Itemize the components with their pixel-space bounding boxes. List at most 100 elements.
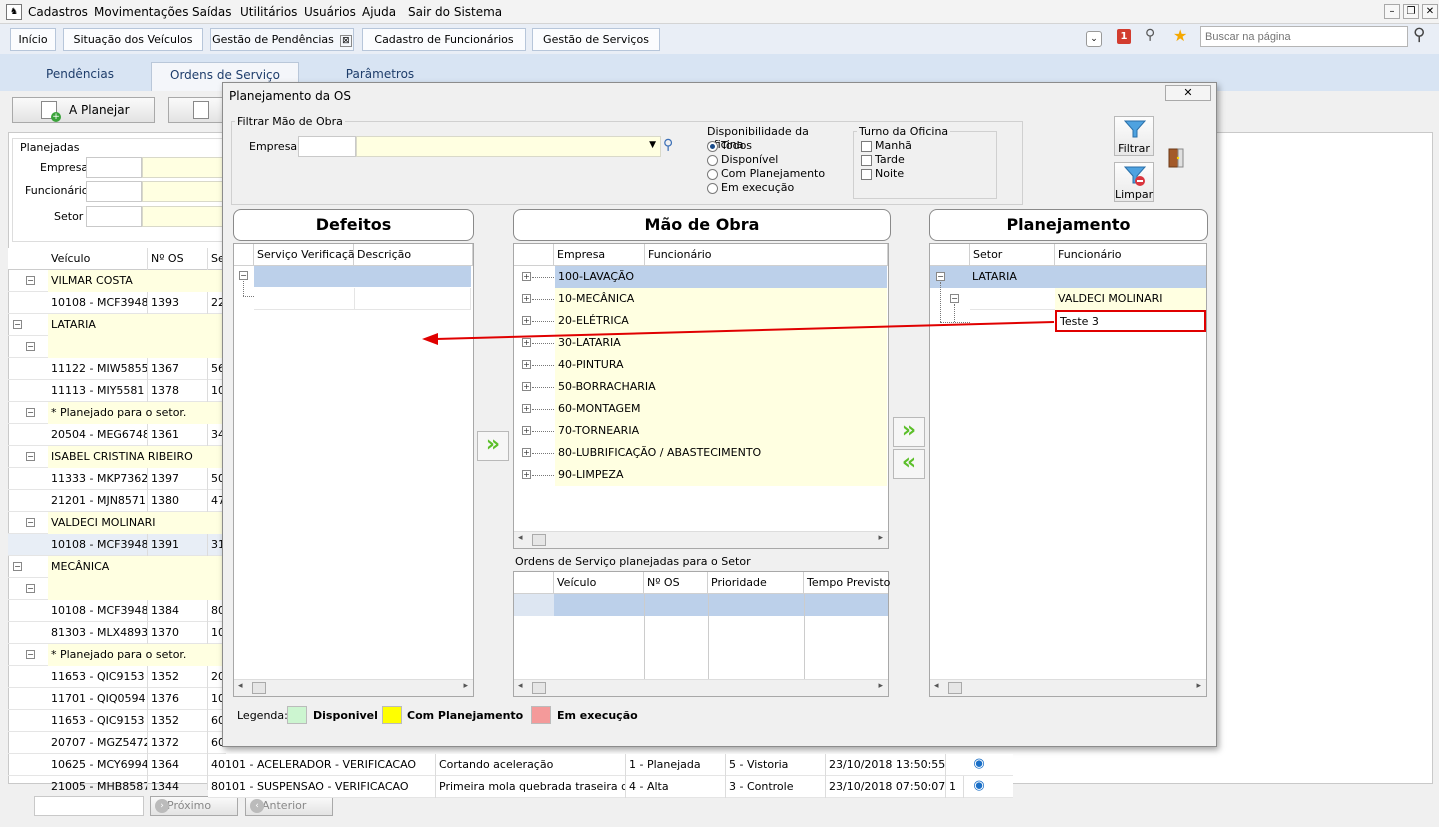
expand-icon[interactable]: + (522, 272, 531, 281)
table-row[interactable]: * Planejado para o setor. − (8, 644, 226, 666)
notification-badge-icon[interactable]: 1 (1117, 29, 1131, 44)
mao-obra-row[interactable]: +70-TORNEARIA (515, 420, 887, 442)
tab-situacao-veiculos[interactable]: Situação dos Veículos (63, 28, 203, 51)
tab-inicio[interactable]: Início (10, 28, 56, 51)
col-plan-funcionario[interactable]: Funcionário (1055, 244, 1206, 266)
funcionario-name-input[interactable] (142, 181, 226, 202)
defeitos-row[interactable] (254, 288, 471, 310)
menu-saidas[interactable]: Saídas (192, 5, 232, 19)
anterior-button[interactable]: ‹ Anterior (245, 796, 333, 816)
expand-icon[interactable]: + (522, 294, 531, 303)
menu-ajuda[interactable]: Ajuda (362, 5, 396, 19)
table-row-extended[interactable]: 80101 - SUSPENSAO - VERIFICACAO Primeira … (208, 776, 1013, 798)
col-os-prioridade[interactable]: Prioridade (708, 572, 804, 594)
search-input[interactable] (1200, 26, 1408, 47)
expand-icon[interactable]: + (522, 360, 531, 369)
table-row[interactable]: 11653 - QIC9153 1352 60 (8, 710, 226, 732)
table-row[interactable]: − (8, 336, 226, 358)
tab-gestao-pendencias[interactable]: Gestão de Pendências ⊠ (210, 28, 354, 51)
mao-obra-row[interactable]: +50-BORRACHARIA (515, 376, 887, 398)
collapse-icon[interactable]: − (13, 562, 22, 571)
check-tarde[interactable]: Tarde (861, 153, 905, 166)
subtab-pendencias[interactable]: Pendências (20, 62, 140, 92)
close-tab-icon[interactable]: ⊠ (339, 35, 352, 47)
add-defeito-arrow-icon[interactable]: » (477, 431, 509, 461)
planejamento-hscroll[interactable]: ◂ ▸ (930, 679, 1206, 696)
move-right-arrow-icon[interactable]: » (893, 417, 925, 447)
mao-obra-row[interactable]: +100-LAVAÇÃO (515, 266, 887, 288)
pin-icon[interactable]: ⚲ (1145, 27, 1155, 43)
col-empresa[interactable]: Empresa (554, 244, 645, 266)
collapse-setor-icon[interactable]: − (936, 272, 945, 281)
col-veiculo[interactable]: Veículo (48, 248, 148, 270)
radio-disponivel[interactable]: Disponível (707, 153, 778, 166)
check-noite[interactable]: Noite (861, 167, 904, 180)
table-row[interactable]: 21201 - MJN8571 1380 47 (8, 490, 226, 512)
dropdown-arrow-icon[interactable]: ▼ (649, 140, 656, 150)
defeitos-row-selected[interactable] (254, 266, 471, 287)
table-row[interactable]: * Planejado para o setor. − (8, 402, 226, 424)
empresa-code-input[interactable] (86, 157, 142, 178)
plan-row-funcionario[interactable]: VALDECI MOLINARI (1055, 288, 1206, 310)
collapse-icon[interactable]: − (26, 276, 35, 285)
a-planejar-button[interactable]: + A Planejar (12, 97, 155, 123)
collapse-icon[interactable]: − (26, 518, 35, 527)
expand-icon[interactable]: + (522, 316, 531, 325)
menu-sair[interactable]: Sair do Sistema (408, 5, 502, 19)
collapse-icon[interactable]: − (239, 271, 248, 280)
mao-obra-row[interactable]: +80-LUBRIFICAÇÃO / ABASTECIMENTO (515, 442, 887, 464)
mao-obra-row[interactable]: +20-ELÉTRICA (515, 310, 887, 332)
menu-usuarios[interactable]: Usuários (304, 5, 356, 19)
table-row-extended[interactable]: 40101 - ACELERADOR - VERIFICACAO Cortando… (208, 754, 1013, 776)
collapse-icon[interactable]: − (26, 342, 35, 351)
expand-icon[interactable]: + (522, 338, 531, 347)
planejar-button[interactable] (168, 97, 224, 123)
expand-icon[interactable]: + (522, 470, 531, 479)
collapse-icon[interactable]: − (26, 584, 35, 593)
table-row[interactable]: MECÂNICA − (8, 556, 226, 578)
limpar-button[interactable]: Limpar (1114, 162, 1154, 202)
empresa-name-input[interactable] (142, 157, 226, 178)
table-row[interactable]: 11113 - MIY5581 1378 10 (8, 380, 226, 402)
table-row[interactable]: 20707 - MGZ5472 1372 60 (8, 732, 226, 754)
tab-cadastro-funcionarios[interactable]: Cadastro de Funcionários (362, 28, 526, 51)
table-row[interactable]: 81303 - MLX4893 1370 10 (8, 622, 226, 644)
close-window-icon[interactable]: ✕ (1422, 4, 1438, 19)
table-row[interactable]: 11701 - QIQ0594 1376 10 (8, 688, 226, 710)
table-row[interactable]: 11333 - MKP7362 1397 50 (8, 468, 226, 490)
radio-com-planejamento[interactable]: Com Planejamento (707, 167, 825, 180)
table-row[interactable]: 11653 - QIC9153 1352 20 (8, 666, 226, 688)
expand-icon[interactable]: + (522, 404, 531, 413)
table-row[interactable]: 20504 - MEG6748 1361 34 (8, 424, 226, 446)
col-descricao[interactable]: Descrição (354, 244, 473, 266)
app-icon[interactable]: ♞ (6, 4, 22, 20)
chevron-down-icon[interactable]: ⌄ (1086, 31, 1102, 47)
collapse-icon[interactable]: − (26, 408, 35, 417)
menu-movimentacoes[interactable]: Movimentações (94, 5, 188, 19)
table-row[interactable]: 10108 - MCF3948 1384 80 (8, 600, 226, 622)
col-nos[interactable]: Nº OS (148, 248, 208, 270)
eye-icon[interactable]: ◉ (970, 779, 988, 793)
collapse-icon[interactable]: − (26, 650, 35, 659)
os-row-selected[interactable] (554, 594, 888, 616)
table-row[interactable]: 10108 - MCF3948 1391 31 (8, 534, 226, 556)
minimize-icon[interactable]: – (1384, 4, 1400, 19)
collapse-icon[interactable]: − (26, 452, 35, 461)
col-servico-verificacao[interactable]: Serviço Verificação (254, 244, 361, 266)
funcionario-code-input[interactable] (86, 181, 142, 202)
search-icon[interactable]: ⚲ (1413, 25, 1425, 45)
check-manha[interactable]: Manhã (861, 139, 912, 152)
plan-item-highlighted[interactable]: Teste 3 (1055, 310, 1206, 332)
collapse-funcionario-icon[interactable]: − (950, 294, 959, 303)
mao-obra-row[interactable]: +90-LIMPEZA (515, 464, 887, 486)
collapse-icon[interactable]: − (13, 320, 22, 329)
setor-name-input[interactable] (142, 206, 226, 227)
expand-icon[interactable]: + (522, 426, 531, 435)
col-os-tempo[interactable]: Tempo Previsto (804, 572, 890, 594)
table-row[interactable]: ISABEL CRISTINA RIBEIRO − (8, 446, 226, 468)
expand-icon[interactable]: + (522, 382, 531, 391)
table-row[interactable]: VILMAR COSTA − (8, 270, 226, 292)
col-setor[interactable]: Setor (970, 244, 1055, 266)
mao-obra-row[interactable]: +60-MONTAGEM (515, 398, 887, 420)
table-row[interactable]: 11122 - MIW5855 1367 56 (8, 358, 226, 380)
